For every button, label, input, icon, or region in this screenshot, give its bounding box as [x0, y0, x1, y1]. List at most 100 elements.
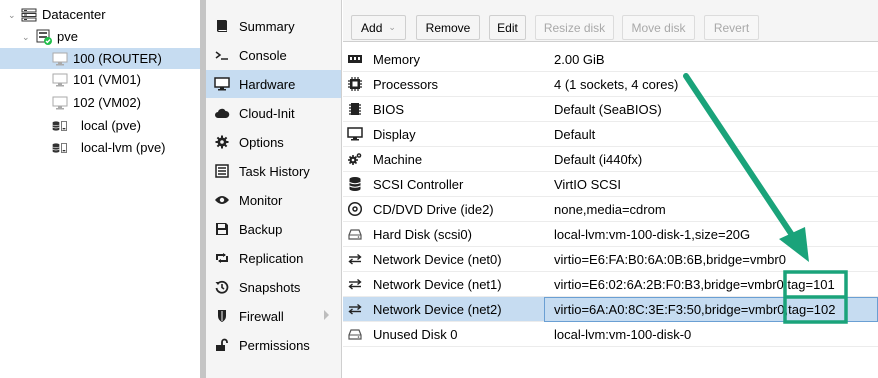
tree-item-label: local-lvm (pve)	[81, 140, 166, 155]
nav-item-backup[interactable]: Backup	[206, 215, 341, 243]
collapse-icon[interactable]: ⌄	[22, 32, 32, 42]
hardware-row-memory[interactable]: Memory 2.00 GiB	[343, 47, 878, 72]
storage-icon	[52, 140, 68, 156]
nav-item-label: Hardware	[239, 76, 296, 92]
hardware-key: Display	[373, 126, 416, 142]
tree-item-vm-100[interactable]: 100 (ROUTER)	[0, 48, 200, 69]
nav-item-label: Options	[239, 134, 284, 150]
nav-item-label: Permissions	[239, 337, 310, 353]
hardware-key: Network Device (net2)	[373, 301, 502, 317]
gear-icon	[214, 134, 230, 150]
nav-item-label: Snapshots	[239, 279, 301, 295]
tree-item-pve[interactable]: ⌄ pve	[0, 26, 78, 47]
nav-item-permissions[interactable]: Permissions	[206, 331, 341, 359]
hardware-value: VirtIO SCSI	[554, 176, 621, 192]
memory-icon	[347, 51, 363, 67]
nav-item-task-history[interactable]: Task History	[206, 157, 341, 185]
edit-button-label: Edit	[497, 20, 518, 35]
terminal-icon	[214, 47, 230, 63]
move-disk-button-label: Move disk	[631, 20, 686, 35]
hardware-row-net2[interactable]: Network Device (net2) virtio=6A:A0:8C:3E…	[343, 297, 878, 322]
hardware-row-processors[interactable]: Processors 4 (1 sockets, 4 cores)	[343, 72, 878, 97]
hardware-row-scsi-controller[interactable]: SCSI Controller VirtIO SCSI	[343, 172, 878, 197]
nav-item-options[interactable]: Options	[206, 128, 341, 156]
tree-item-storage-local-lvm[interactable]: local-lvm (pve)	[0, 137, 166, 158]
hardware-key: Hard Disk (scsi0)	[373, 226, 472, 242]
revert-button-label: Revert	[713, 20, 750, 35]
edit-button[interactable]: Edit	[489, 15, 526, 40]
remove-button-label: Remove	[425, 20, 471, 35]
nav-item-hardware[interactable]: Hardware	[206, 70, 341, 98]
tree-item-datacenter[interactable]: ⌄ Datacenter	[0, 4, 106, 25]
nav-item-monitor[interactable]: Monitor	[206, 186, 341, 214]
hardware-row-machine[interactable]: Machine Default (i440fx)	[343, 147, 878, 172]
hardware-key: Machine	[373, 151, 423, 167]
vm-icon	[52, 95, 68, 111]
resize-disk-button-label: Resize disk	[543, 20, 606, 35]
vm-icon	[52, 51, 68, 67]
nav-item-cloud-init[interactable]: Cloud-Init	[206, 99, 341, 127]
hardware-value: Default (SeaBIOS)	[554, 101, 662, 117]
hardware-row-net0[interactable]: Network Device (net0) virtio=E6:FA:B0:6A…	[343, 247, 878, 272]
hardware-value: local-lvm:vm-100-disk-1,size=20G	[554, 226, 751, 242]
node-online-icon	[36, 29, 52, 45]
nav-item-summary[interactable]: Summary	[206, 12, 341, 40]
tree-item-label: Datacenter	[42, 7, 106, 22]
hdd-icon	[347, 226, 363, 242]
expand-submenu-icon[interactable]	[324, 310, 329, 320]
hardware-key: SCSI Controller	[373, 176, 464, 192]
tree-item-label: pve	[57, 29, 78, 44]
unlock-icon	[214, 337, 230, 353]
nav-item-label: Task History	[239, 163, 310, 179]
history-icon	[214, 279, 230, 295]
nav-item-firewall[interactable]: Firewall	[206, 302, 341, 330]
tree-item-vm-101[interactable]: 101 (VM01)	[0, 69, 141, 90]
cdrom-icon	[347, 201, 363, 217]
hardware-row-net1[interactable]: Network Device (net1) virtio=E6:02:6A:2B…	[343, 272, 878, 297]
hardware-key: BIOS	[373, 101, 405, 117]
hardware-value: Default (i440fx)	[554, 151, 643, 167]
hardware-toolbar: Add ⌄ Remove Edit Resize disk Move disk …	[343, 0, 878, 42]
hardware-value: 2.00 GiB	[554, 51, 605, 67]
nav-item-label: Summary	[239, 18, 295, 34]
book-icon	[214, 18, 230, 34]
hardware-key: Memory	[373, 51, 420, 67]
shield-icon	[214, 308, 230, 324]
add-button-label: Add	[361, 20, 383, 35]
nav-item-replication[interactable]: Replication	[206, 244, 341, 272]
chevron-down-icon: ⌄	[388, 22, 396, 32]
tree-item-label: 100 (ROUTER)	[73, 51, 162, 66]
database-icon	[347, 176, 363, 192]
add-button[interactable]: Add ⌄	[351, 15, 406, 40]
tree-item-vm-102[interactable]: 102 (VM02)	[0, 92, 141, 113]
move-disk-button[interactable]: Move disk	[622, 15, 695, 40]
nav-item-console[interactable]: Console	[206, 41, 341, 69]
storage-icon	[52, 118, 68, 134]
hdd-icon	[347, 326, 363, 342]
vm-icon	[52, 72, 68, 88]
desktop-icon	[214, 76, 230, 92]
hardware-row-display[interactable]: Display Default	[343, 122, 878, 147]
nav-item-label: Backup	[239, 221, 283, 237]
nav-item-label: Replication	[239, 250, 304, 266]
server-icon	[21, 7, 37, 23]
floppy-icon	[214, 221, 230, 237]
nav-item-label: Monitor	[239, 192, 283, 208]
hardware-row-unused-disk[interactable]: Unused Disk 0 local-lvm:vm-100-disk-0	[343, 322, 878, 347]
hardware-row-bios[interactable]: BIOS Default (SeaBIOS)	[343, 97, 878, 122]
resize-disk-button[interactable]: Resize disk	[535, 15, 614, 40]
revert-button[interactable]: Revert	[704, 15, 759, 40]
remove-button[interactable]: Remove	[416, 15, 480, 40]
nav-item-snapshots[interactable]: Snapshots	[206, 273, 341, 301]
hardware-row-cdrom[interactable]: CD/DVD Drive (ide2) none,media=cdrom	[343, 197, 878, 222]
hardware-value: virtio=E6:02:6A:2B:F0:B3,bridge=vmbr0,ta…	[554, 276, 835, 292]
hardware-key: CD/DVD Drive (ide2)	[373, 201, 494, 217]
hardware-row-hard-disk[interactable]: Hard Disk (scsi0) local-lvm:vm-100-disk-…	[343, 222, 878, 247]
collapse-icon[interactable]: ⌄	[8, 10, 18, 20]
hardware-key: Network Device (net0)	[373, 251, 502, 267]
tree-item-storage-local[interactable]: local (pve)	[0, 115, 141, 136]
hardware-value: virtio=E6:FA:B0:6A:0B:6B,bridge=vmbr0	[554, 251, 786, 267]
tree-item-label: local (pve)	[81, 118, 141, 133]
cloud-icon	[214, 105, 230, 121]
microchip-icon	[347, 101, 363, 117]
